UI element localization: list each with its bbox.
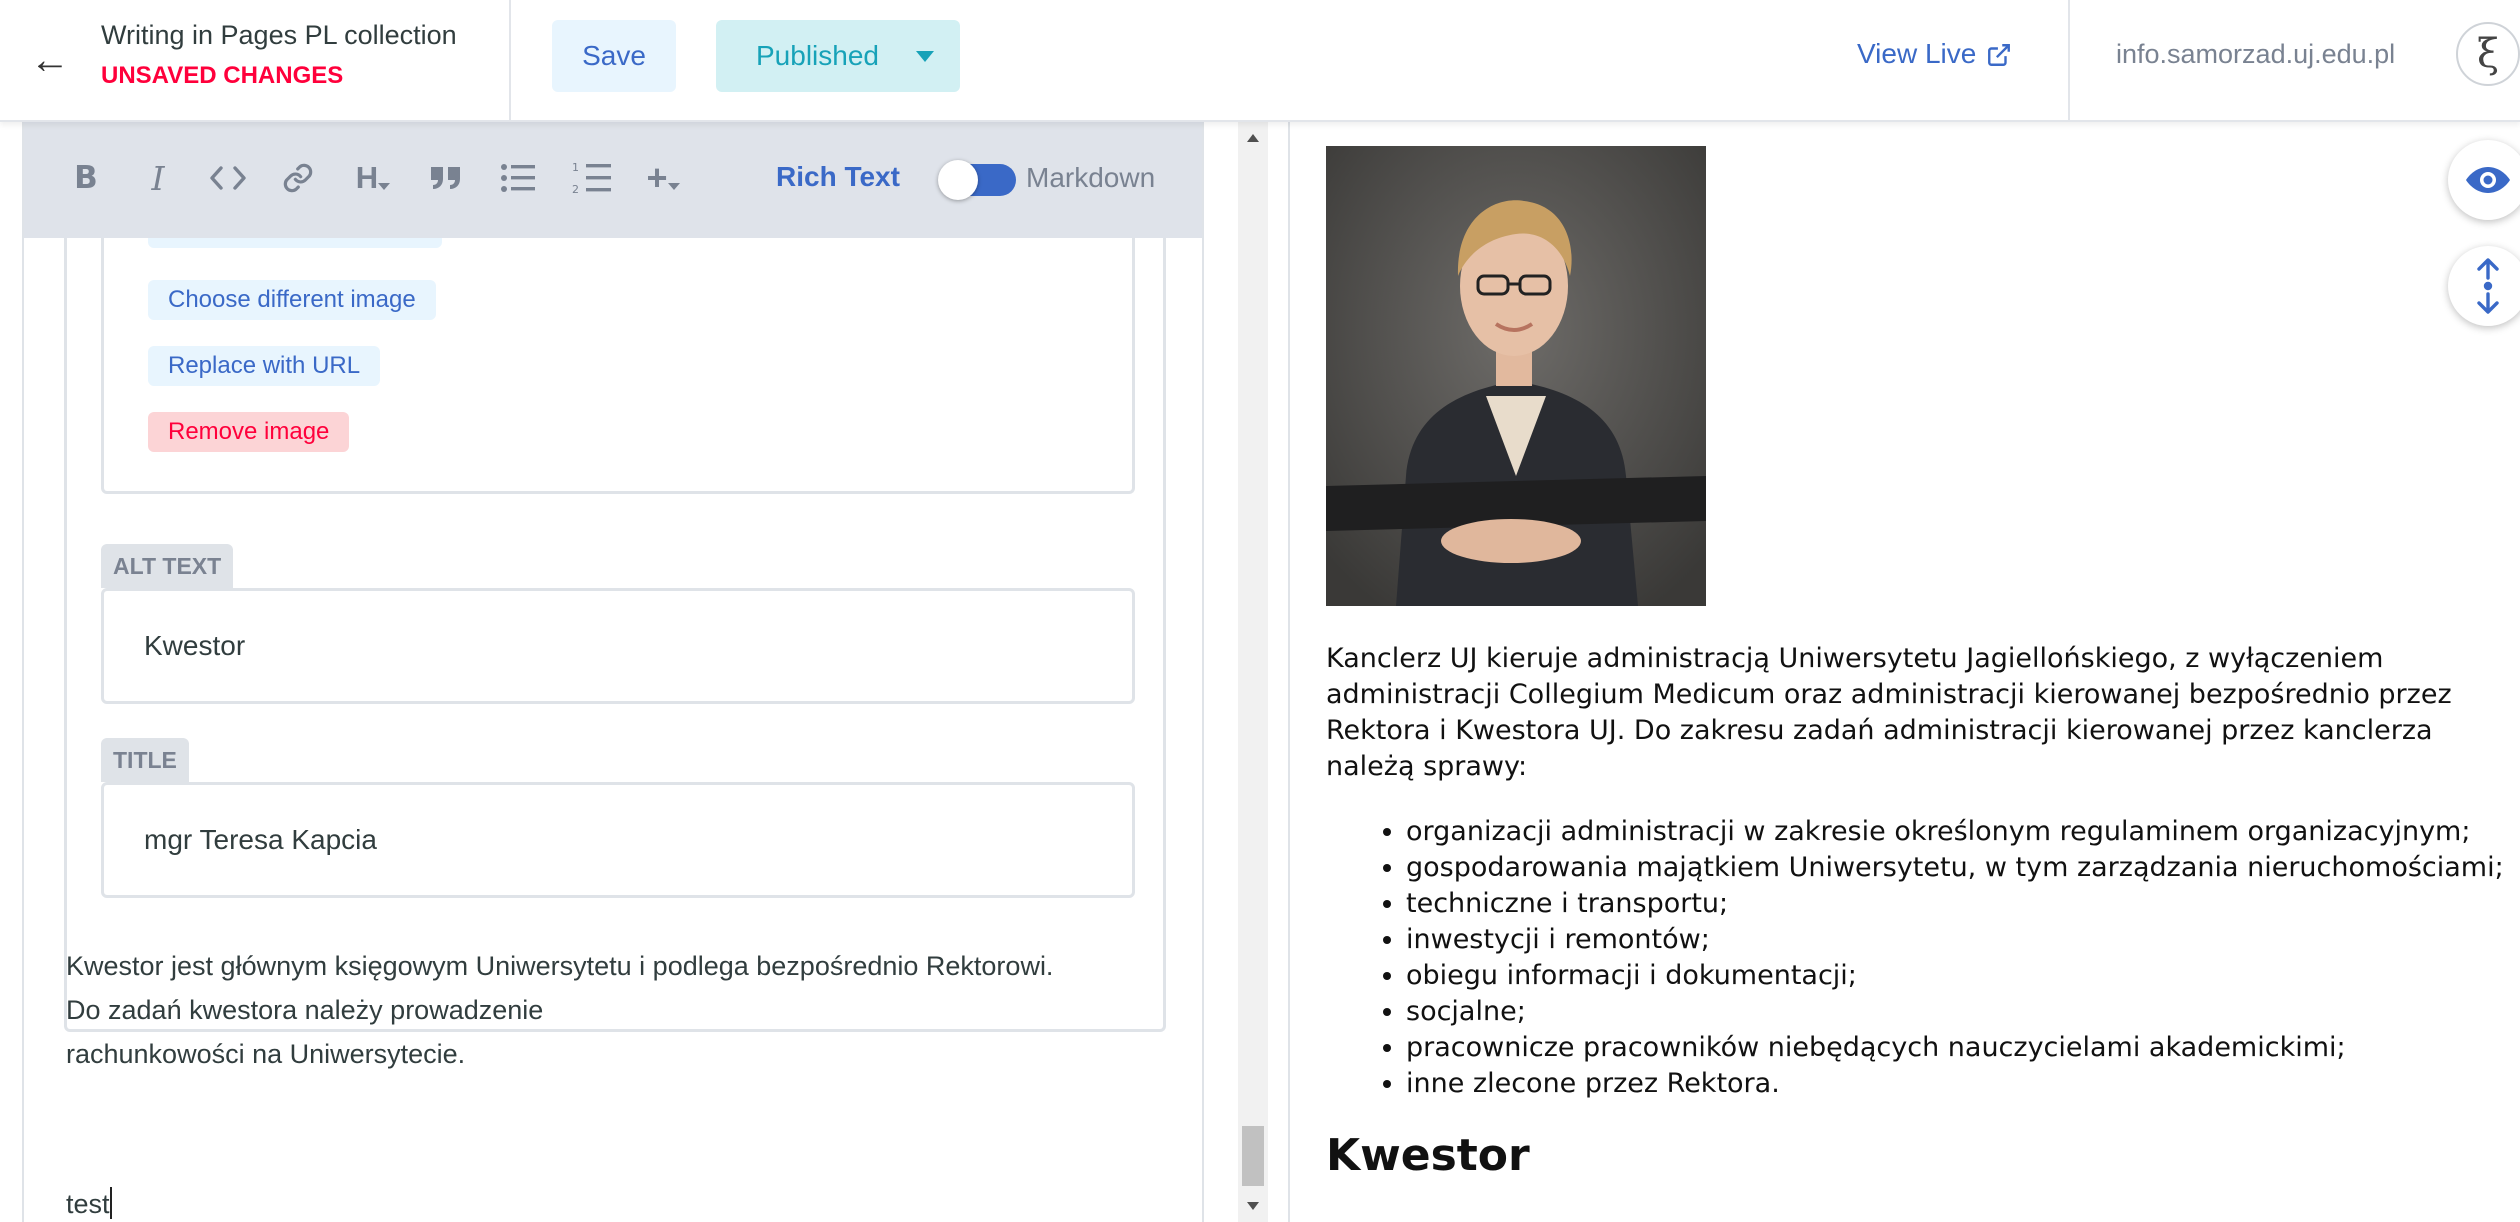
add-block-icon[interactable]: +	[642, 157, 684, 198]
header-divider	[2068, 0, 2070, 122]
typed-text: test	[66, 1189, 110, 1219]
paragraph-line: należą sprawy:	[1326, 751, 1528, 782]
paragraph-line: Rektora i Kwestora UJ. Do zakresu zadań …	[1326, 715, 2433, 746]
editor-toolbar: B I H 12 + Rich Text Markdown	[24, 122, 1202, 238]
top-bar: ← Writing in Pages PL collection UNSAVED…	[0, 0, 2520, 122]
list-item: gospodarowania majątkiem Uniwersytetu, w…	[1406, 850, 2504, 886]
sync-scroll-icon	[2477, 258, 2499, 314]
scroll-up-arrow-icon[interactable]	[1247, 134, 1259, 142]
rich-text-label: Rich Text	[776, 161, 900, 192]
save-button[interactable]: Save	[552, 20, 676, 92]
external-link-icon[interactable]	[1986, 42, 2012, 68]
header-divider	[509, 0, 511, 122]
body-line: Kwestor jest głównym księgowym Uniwersyt…	[66, 951, 1054, 981]
replace-with-url-button[interactable]: Replace with URL	[148, 346, 381, 386]
published-dropdown-button[interactable]: Published	[716, 20, 960, 92]
heading-dropdown-icon[interactable]: H	[350, 158, 396, 198]
list-item: socjalne;	[1406, 994, 2504, 1030]
body-line: Do zadań kwestora należy prowadzenie	[66, 995, 544, 1025]
chevron-down-icon	[667, 183, 680, 190]
collection-title: Writing in Pages PL collection	[101, 20, 457, 50]
text-cursor	[109, 1187, 112, 1219]
editor-mode-toggle[interactable]	[938, 160, 1016, 200]
numbered-list-icon[interactable]: 12	[570, 158, 614, 198]
italic-icon[interactable]: I	[140, 158, 176, 198]
markdown-label: Markdown	[1026, 162, 1156, 193]
bold-icon[interactable]: B	[68, 158, 104, 198]
quote-icon[interactable]	[426, 158, 466, 198]
eye-icon	[2466, 167, 2510, 193]
back-arrow-icon[interactable]: ←	[30, 36, 70, 84]
list-item: inne zlecone przez Rektora.	[1406, 1066, 2504, 1102]
preview-heading: Kwestor	[1326, 1130, 1530, 1181]
link-icon[interactable]	[278, 158, 318, 198]
list-item: inwestycji i remontów;	[1406, 922, 2504, 958]
alt-text-label: ALT TEXT	[101, 544, 234, 588]
body-paragraph[interactable]: Kwestor jest głównym księgowym Uniwersyt…	[66, 944, 1053, 1076]
hidden-button[interactable]	[148, 238, 442, 248]
list-item: organizacji administracji w zakresie okr…	[1406, 814, 2504, 850]
view-live-link[interactable]: View Live	[1857, 38, 1976, 70]
typed-line[interactable]: test	[66, 1182, 112, 1222]
paragraph-line: administracji Collegium Medicum oraz adm…	[1326, 679, 2452, 710]
portrait-image	[1326, 146, 1706, 606]
paragraph-line: Kanclerz UJ kieruje administracją Uniwer…	[1326, 643, 2384, 674]
title-input[interactable]: mgr Teresa Kapcia	[101, 782, 1135, 898]
unsaved-changes-status: UNSAVED CHANGES	[101, 62, 344, 89]
image-controls: Choose different image Replace with URL …	[101, 238, 1135, 494]
scroll-down-arrow-icon[interactable]	[1247, 1202, 1259, 1210]
preview-pane: Kanclerz UJ kieruje administracją Uniwer…	[1290, 122, 2520, 1222]
scrollbar-thumb[interactable]	[1242, 1126, 1264, 1186]
chevron-down-icon[interactable]	[916, 51, 934, 62]
code-icon[interactable]	[206, 158, 250, 198]
list-item: pracownicze pracowników niebędących nauc…	[1406, 1030, 2504, 1066]
choose-different-image-button[interactable]: Choose different image	[148, 280, 436, 320]
published-label: Published	[756, 40, 879, 71]
body-line: rachunkowości na Uniwersytecie.	[66, 1039, 466, 1069]
toggle-preview-button[interactable]	[2448, 140, 2520, 220]
svg-text:2: 2	[572, 183, 579, 195]
chevron-down-icon	[378, 183, 391, 190]
image-widget: Choose different image Replace with URL …	[64, 238, 1166, 1032]
preview-paragraph: Kanclerz UJ kieruje administracją Uniwer…	[1326, 641, 2506, 785]
remove-image-button[interactable]: Remove image	[148, 412, 350, 452]
list-item: techniczne i transportu;	[1406, 886, 2504, 922]
editor-pane: B I H 12 + Rich Text Markdown Choose dif…	[22, 122, 1204, 1222]
title-label: TITLE	[101, 738, 189, 782]
alt-text-input[interactable]: Kwestor	[101, 588, 1135, 704]
avatar[interactable]: ξ	[2456, 22, 2520, 86]
editor-scrollbar[interactable]	[1238, 122, 1268, 1222]
svg-text:1: 1	[572, 161, 579, 174]
preview-list: organizacji administracji w zakresie okr…	[1406, 814, 2504, 1102]
heading-label: H	[355, 160, 379, 195]
list-item: obiegu informacji i dokumentacji;	[1406, 958, 2504, 994]
toggle-knob	[938, 160, 978, 200]
bulleted-list-icon[interactable]	[498, 158, 538, 198]
site-url[interactable]: info.samorzad.uj.edu.pl	[2116, 39, 2395, 70]
sync-scroll-button[interactable]	[2448, 246, 2520, 326]
